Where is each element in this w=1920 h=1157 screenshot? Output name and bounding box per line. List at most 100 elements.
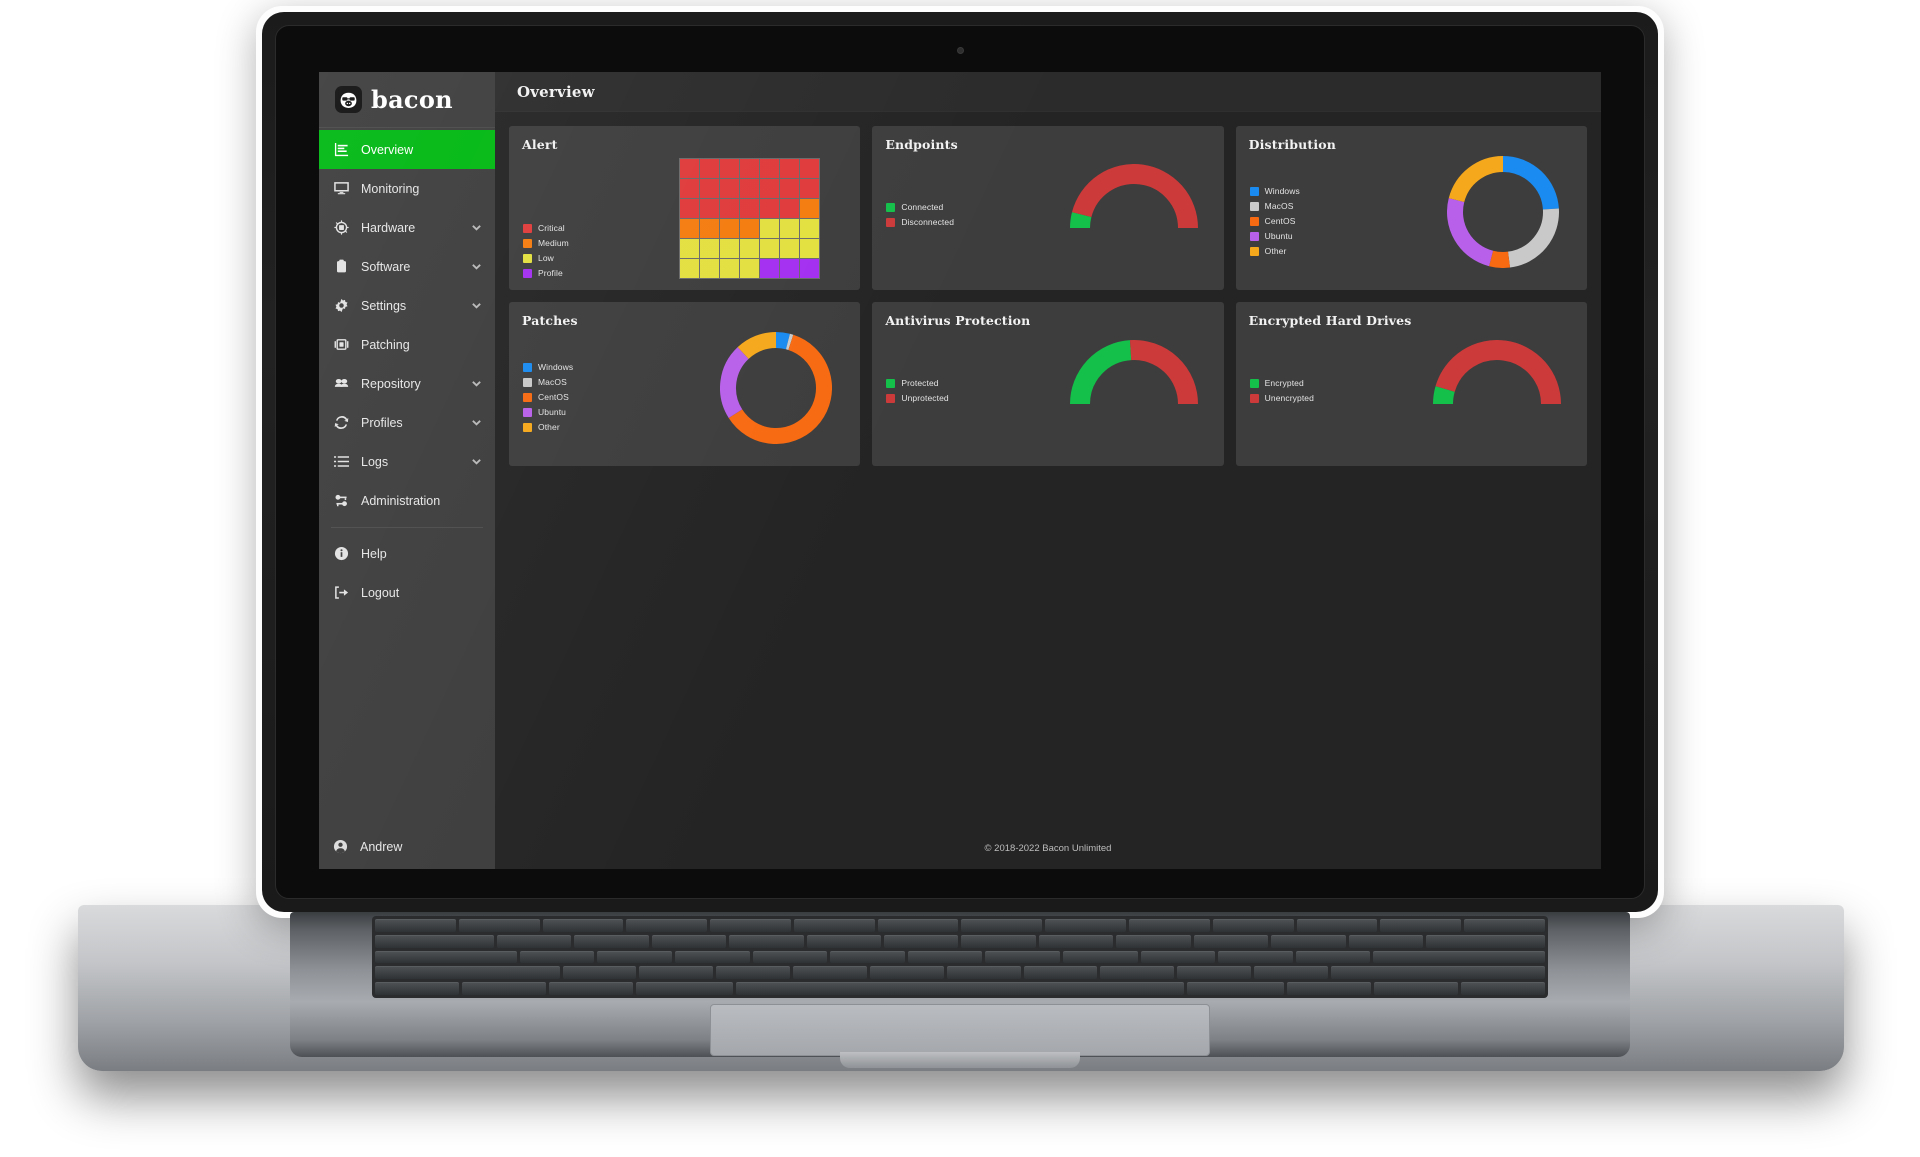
heatmap-cell[interactable]	[800, 259, 820, 278]
keyboard-key[interactable]	[830, 950, 905, 964]
heatmap-cell[interactable]	[720, 239, 740, 258]
heatmap-cell[interactable]	[680, 159, 700, 178]
keyboard-key[interactable]	[1348, 934, 1423, 948]
sidebar-item-settings[interactable]: Settings	[319, 286, 495, 325]
gauge-segment[interactable]	[1071, 164, 1198, 229]
keyboard-key[interactable]	[1373, 950, 1546, 964]
keyboard-key[interactable]	[375, 919, 456, 932]
keyboard-key[interactable]	[548, 982, 633, 995]
keyboard-key[interactable]	[1380, 919, 1462, 932]
sidebar-item-monitoring[interactable]: Monitoring	[319, 169, 495, 208]
distribution-donut-chart[interactable]	[1447, 156, 1559, 273]
keyboard-key[interactable]	[1045, 919, 1127, 932]
keyboard-key[interactable]	[1425, 934, 1545, 948]
keyboard-key[interactable]	[1374, 982, 1459, 995]
sidebar-item-administration[interactable]: Administration	[319, 481, 495, 520]
keyboard-key[interactable]	[519, 950, 595, 964]
gauge-segment[interactable]	[1433, 386, 1455, 405]
keyboard-key[interactable]	[716, 966, 791, 980]
keyboard-key[interactable]	[736, 982, 1184, 995]
keyboard-key[interactable]	[985, 950, 1061, 964]
keyboard-key[interactable]	[884, 934, 959, 948]
keyboard-key[interactable]	[1287, 982, 1372, 995]
heatmap-cell[interactable]	[780, 179, 800, 198]
keyboard-key[interactable]	[961, 934, 1036, 948]
keyboard-key[interactable]	[793, 919, 875, 932]
keyboard-key[interactable]	[1063, 950, 1138, 964]
keyboard-key[interactable]	[639, 966, 714, 980]
heatmap-cell[interactable]	[780, 259, 800, 278]
keyboard-key[interactable]	[877, 919, 959, 932]
sidebar-item-logs[interactable]: Logs	[319, 442, 495, 481]
heatmap-cell[interactable]	[760, 219, 780, 238]
heatmap-cell[interactable]	[760, 179, 780, 198]
donut-segment[interactable]	[1448, 156, 1504, 203]
heatmap-cell[interactable]	[700, 259, 720, 278]
keyboard-key[interactable]	[1330, 966, 1545, 980]
keyboard-key[interactable]	[1140, 950, 1216, 964]
sidebar-item-patching[interactable]: Patching	[319, 325, 495, 364]
keyboard-key[interactable]	[729, 934, 804, 948]
keyboard-key[interactable]	[806, 934, 882, 948]
keyboard-key[interactable]	[1461, 982, 1546, 995]
keyboard-key[interactable]	[1186, 982, 1285, 995]
keyboard-key[interactable]	[793, 966, 867, 980]
heatmap-cell[interactable]	[700, 239, 720, 258]
keyboard-key[interactable]	[635, 982, 734, 995]
patches-donut-chart[interactable]	[720, 332, 833, 449]
antivirus-gauge-chart[interactable]	[1069, 340, 1198, 421]
keyboard-key[interactable]	[375, 950, 517, 964]
heatmap-cell[interactable]	[780, 159, 800, 178]
keyboard-key[interactable]	[626, 919, 708, 932]
keyboard-key[interactable]	[1464, 919, 1545, 932]
heatmap-cell[interactable]	[800, 199, 820, 218]
keyboard-key[interactable]	[375, 934, 495, 948]
heatmap-cell[interactable]	[740, 239, 760, 258]
heatmap-cell[interactable]	[760, 259, 780, 278]
heatmap-cell[interactable]	[800, 159, 820, 178]
heatmap-cell[interactable]	[740, 259, 760, 278]
heatmap-cell[interactable]	[740, 219, 760, 238]
sidebar-item-profiles[interactable]: Profiles	[319, 403, 495, 442]
heatmap-cell[interactable]	[720, 199, 740, 218]
heatmap-cell[interactable]	[800, 239, 820, 258]
keyboard-key[interactable]	[375, 982, 459, 995]
heatmap-cell[interactable]	[780, 239, 800, 258]
gauge-segment[interactable]	[1069, 340, 1132, 405]
heatmap-cell[interactable]	[760, 199, 780, 218]
keyboard-key[interactable]	[961, 919, 1043, 932]
keyboard-key[interactable]	[574, 934, 649, 948]
keyboard-key[interactable]	[674, 950, 750, 964]
keyboard-key[interactable]	[497, 934, 572, 948]
keyboard-key[interactable]	[1177, 966, 1252, 980]
keyboard-key[interactable]	[752, 950, 828, 964]
keyboard-key[interactable]	[1271, 934, 1346, 948]
keyboard-key[interactable]	[458, 919, 540, 932]
donut-segment[interactable]	[786, 333, 794, 350]
sidebar-item-logout[interactable]: Logout	[319, 573, 495, 612]
heatmap-cell[interactable]	[700, 179, 720, 198]
donut-segment[interactable]	[720, 347, 750, 419]
heatmap-cell[interactable]	[680, 199, 700, 218]
heatmap-cell[interactable]	[740, 159, 760, 178]
heatmap-cell[interactable]	[720, 159, 740, 178]
donut-segment[interactable]	[1447, 198, 1494, 267]
donut-segment[interactable]	[1489, 250, 1511, 268]
keyboard-key[interactable]	[1100, 966, 1175, 980]
heatmap-cell[interactable]	[760, 239, 780, 258]
keyboard-key[interactable]	[1295, 950, 1371, 964]
alert-heatmap[interactable]	[679, 158, 821, 279]
donut-segment[interactable]	[737, 332, 777, 360]
endpoints-gauge-chart[interactable]	[1069, 164, 1198, 245]
sidebar-user[interactable]: Andrew	[319, 825, 495, 869]
heatmap-cell[interactable]	[740, 179, 760, 198]
keyboard-key[interactable]	[562, 966, 637, 980]
trackpad[interactable]	[710, 1004, 1210, 1056]
keyboard-key[interactable]	[375, 966, 560, 980]
gauge-segment[interactable]	[1069, 212, 1092, 229]
brand-header[interactable]: bacon	[319, 72, 495, 128]
keyboard-key[interactable]	[1116, 934, 1191, 948]
keyboard-key[interactable]	[1193, 934, 1269, 948]
keyboard-key[interactable]	[1038, 934, 1114, 948]
heatmap-cell[interactable]	[760, 159, 780, 178]
